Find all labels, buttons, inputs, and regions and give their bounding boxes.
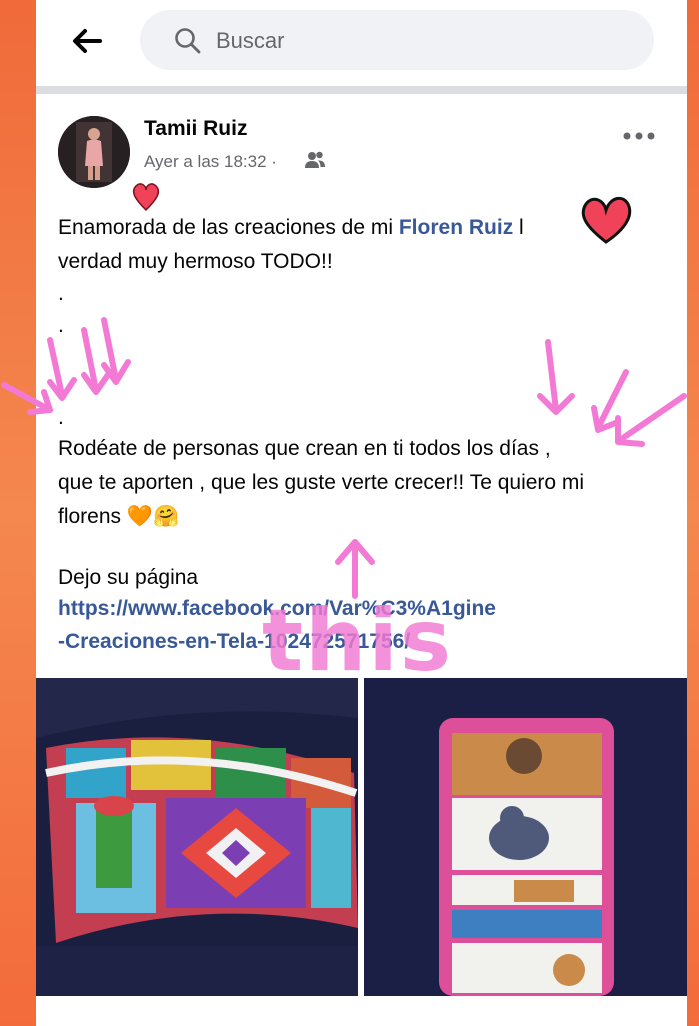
friends-icon bbox=[305, 151, 325, 168]
post-photo-pouch[interactable] bbox=[36, 678, 358, 996]
text-fragment: l bbox=[513, 216, 524, 239]
post-time[interactable]: Ayer a las 18:32 bbox=[144, 152, 267, 171]
more-options-button[interactable] bbox=[622, 118, 656, 149]
post-meta: Ayer a las 18:32 · bbox=[144, 152, 277, 172]
post-text-line: Rodéate de personas que crean en ti todo… bbox=[58, 437, 551, 460]
arrow-left-icon[interactable] bbox=[70, 24, 104, 58]
meta-separator: · bbox=[271, 152, 277, 171]
top-bar: Buscar bbox=[36, 0, 687, 86]
pouch-image bbox=[36, 678, 358, 996]
phone-screen: Buscar Tamii Ruiz Ayer a las 18:32 · Ena… bbox=[36, 0, 687, 1026]
mention-link[interactable]: Floren Ruiz bbox=[399, 216, 513, 239]
search-placeholder: Buscar bbox=[216, 28, 285, 53]
post-text-line: florens 🧡🤗 bbox=[58, 505, 180, 528]
post-text-dot: . bbox=[58, 406, 64, 429]
post-text-line: verdad muy hermoso TODO!! bbox=[58, 250, 333, 273]
post-text-line: Dejo su página bbox=[58, 566, 199, 589]
post-footer bbox=[36, 996, 687, 1026]
avatar[interactable] bbox=[58, 116, 130, 188]
author-name[interactable]: Tamii Ruiz bbox=[144, 117, 247, 141]
more-horizontal-icon bbox=[623, 132, 655, 140]
post-text-dot: . bbox=[58, 282, 64, 305]
search-icon bbox=[175, 28, 201, 54]
divider bbox=[36, 86, 687, 94]
post-text-line: que te aporten , que les guste verte cre… bbox=[58, 471, 585, 494]
post-photo-wallet[interactable] bbox=[364, 678, 687, 996]
post-text-dot: . bbox=[58, 314, 64, 337]
avatar-image bbox=[58, 116, 130, 188]
wallet-image bbox=[364, 678, 687, 996]
search-bar[interactable]: Buscar bbox=[140, 10, 654, 70]
annotation-text: this bbox=[262, 591, 454, 691]
post-text-line: Enamorada de las creaciones de mi Floren… bbox=[58, 216, 524, 240]
text-fragment: Enamorada de las creaciones de mi bbox=[58, 216, 399, 239]
